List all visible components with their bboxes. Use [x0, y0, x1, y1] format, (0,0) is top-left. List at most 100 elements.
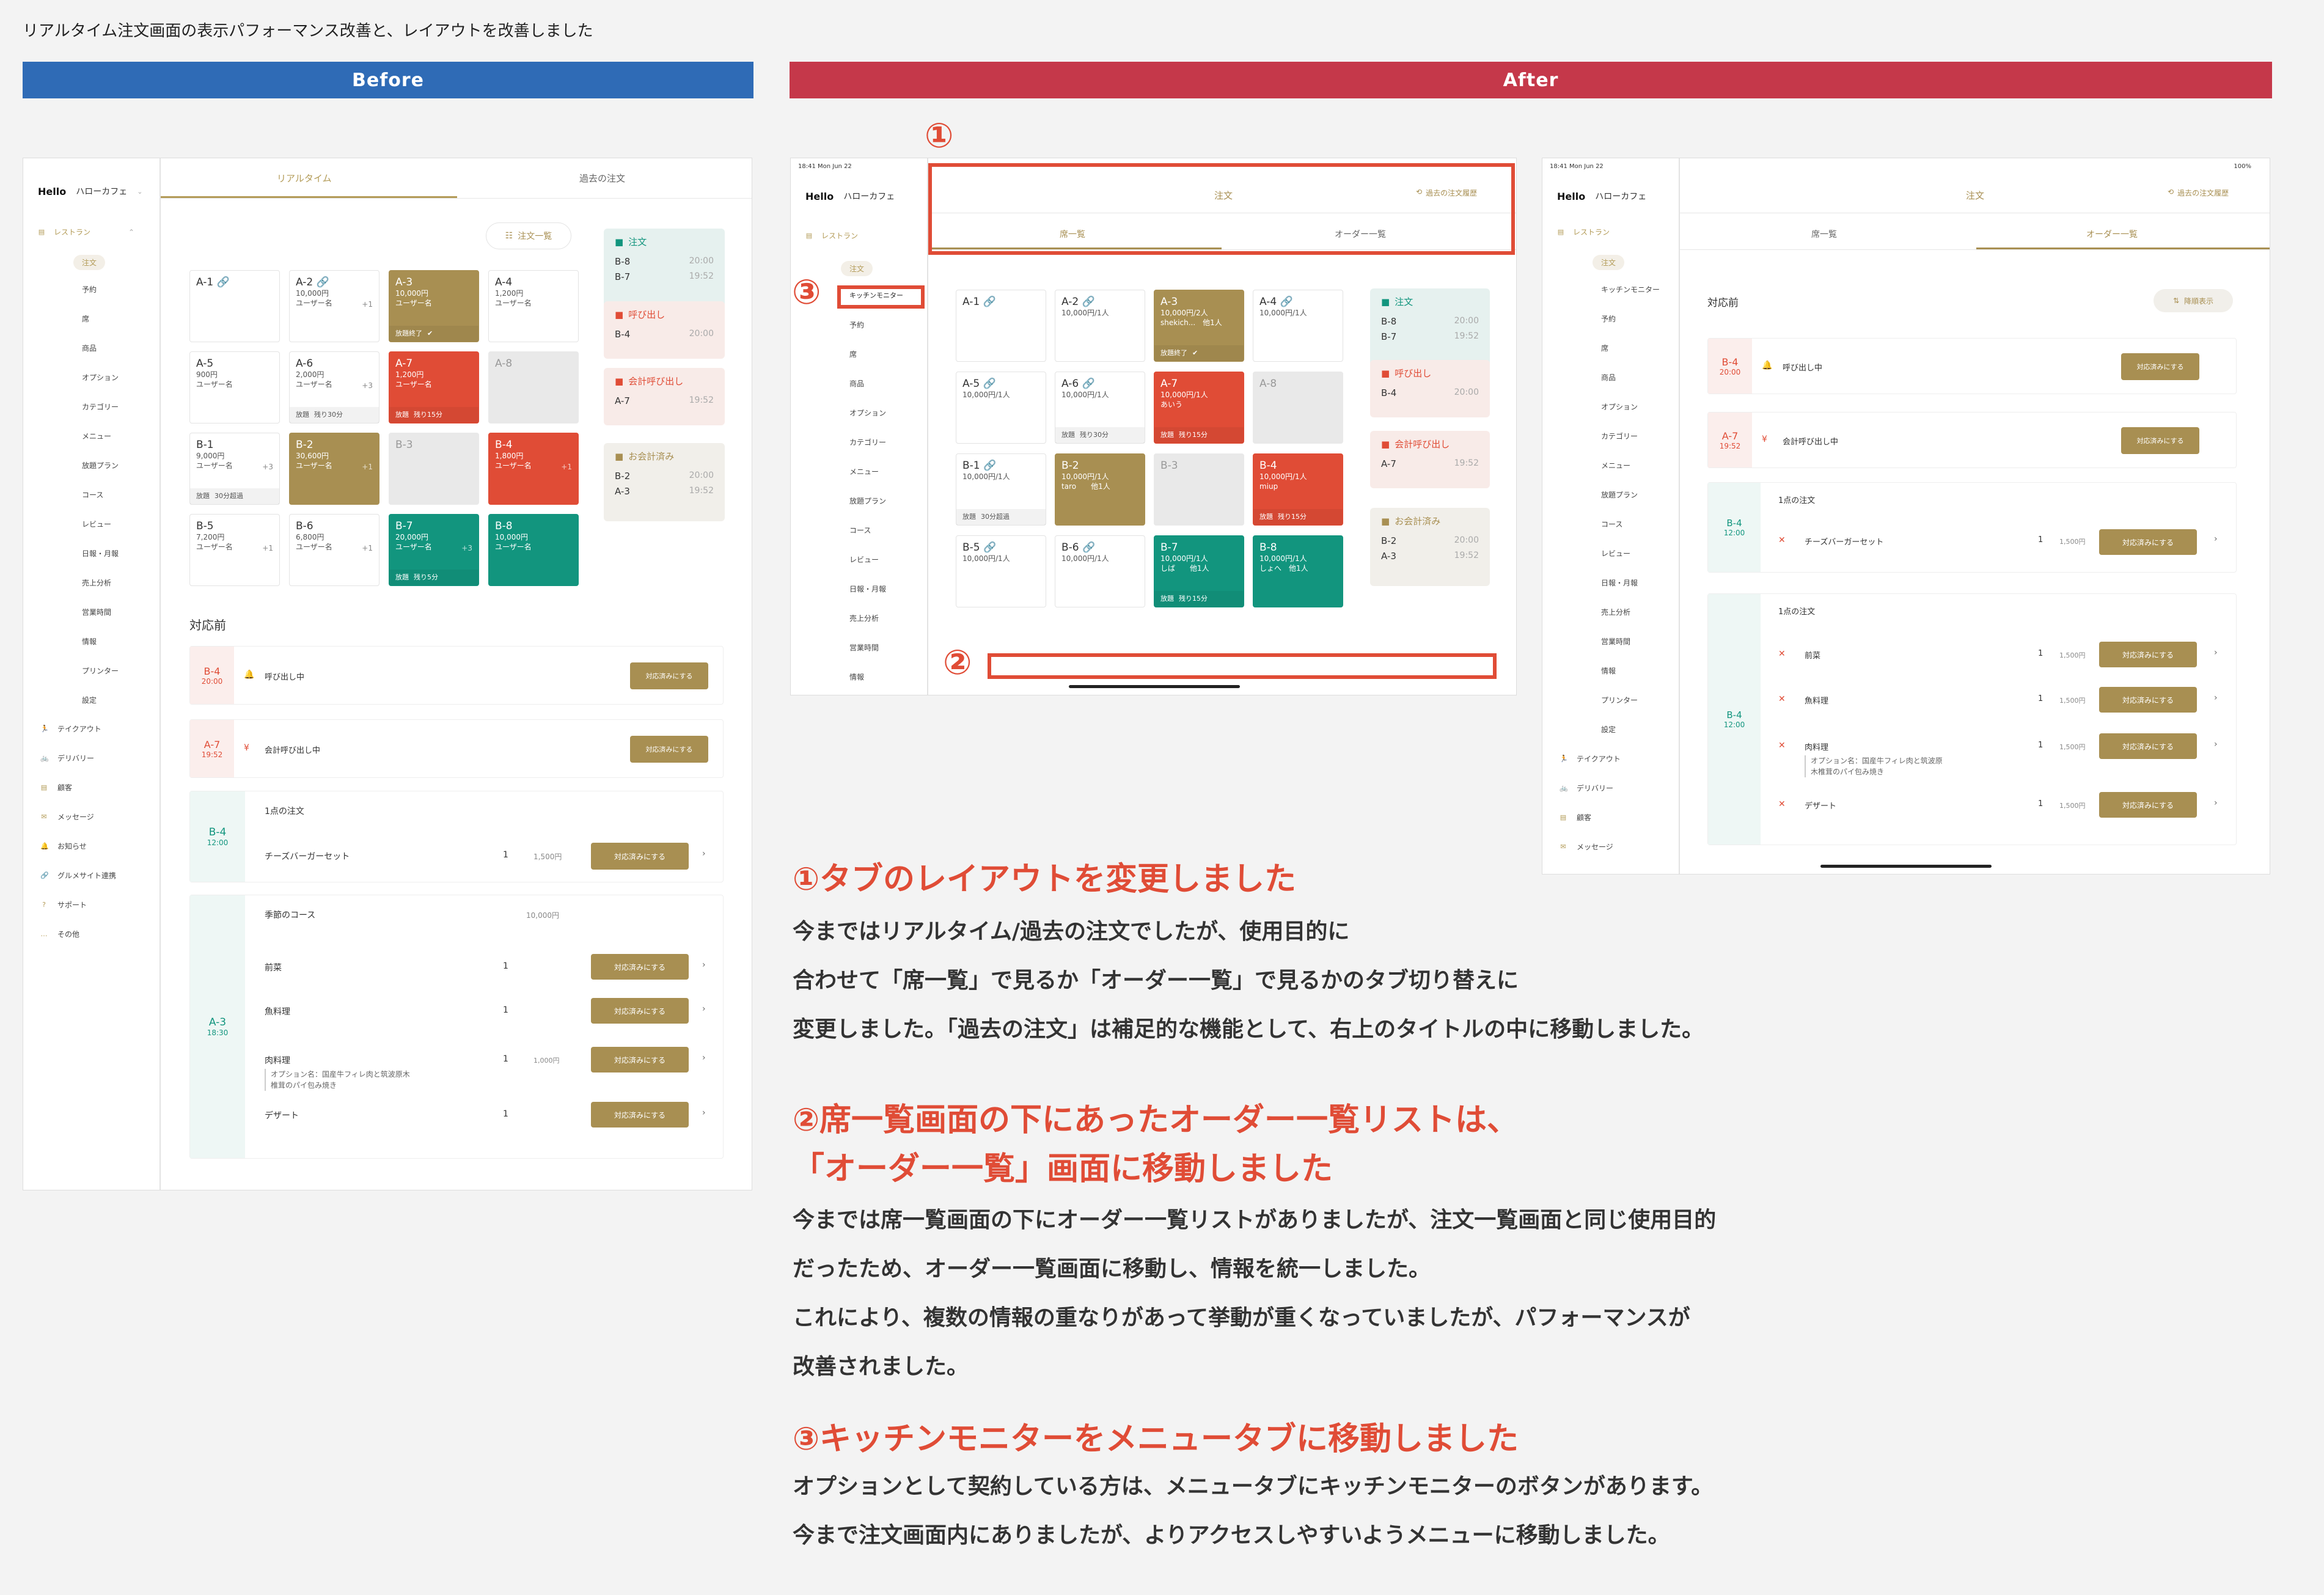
seat-card[interactable]: A-7 10,000円/1人 あいう 放題 残り15分	[1154, 372, 1244, 444]
sidebar-item[interactable]: 席	[849, 349, 857, 359]
sidebar-item[interactable]: カテゴリー	[1601, 431, 1638, 441]
chevron-down-icon[interactable]: ⌄	[137, 188, 142, 196]
seat-card[interactable]: A-8	[1253, 372, 1343, 444]
sidebar-item[interactable]: 設定	[82, 695, 97, 705]
sidebar-item[interactable]: 放題プラン	[82, 460, 119, 471]
tab-past[interactable]: 過去の注文	[579, 172, 625, 185]
chevron-right-icon[interactable]: ›	[2214, 798, 2218, 808]
sidebar-item[interactable]: メニュー	[82, 431, 111, 441]
mark-done-button[interactable]: 対応済みにする	[630, 662, 708, 689]
cancel-icon[interactable]: ✕	[1778, 649, 1786, 659]
sidebar-item[interactable]: コース	[1601, 519, 1622, 529]
seat-card[interactable]: A-8	[488, 351, 579, 424]
seat-card[interactable]: A-2 🔗 10,000円 ユーザー名 +1	[289, 270, 379, 342]
sidebar-item[interactable]: 予約	[82, 284, 97, 295]
sidebar-item[interactable]: 商品	[1601, 372, 1616, 383]
seat-card[interactable]: B-3	[389, 433, 479, 505]
sidebar-item[interactable]: メニュー	[1601, 460, 1630, 471]
sidebar-item[interactable]: 注文	[841, 261, 873, 276]
tab-orders[interactable]: オーダー一覧	[2086, 228, 2138, 240]
seat-card[interactable]: A-5 🔗 10,000円/1人	[956, 372, 1046, 444]
sidebar-item[interactable]: 売上分析	[82, 578, 111, 588]
sidebar-item[interactable]: ? サポート	[40, 900, 87, 910]
seat-card[interactable]: B-2 10,000円/1人 taro 他1人	[1055, 453, 1145, 526]
shop-name[interactable]: ハローカフェ	[76, 185, 127, 197]
status-box[interactable]: ■ 会計呼び出し A-7 19:52	[1370, 431, 1490, 488]
seat-card[interactable]: B-7 10,000円/1人 しば 他1人 放題 残り15分	[1154, 535, 1244, 607]
sidebar-item[interactable]: メニュー	[849, 466, 879, 477]
sort-button[interactable]: ⇅ 降順表示	[2154, 289, 2233, 312]
mark-done-button[interactable]: 対応済みにする	[591, 998, 689, 1024]
sidebar-item[interactable]: コース	[849, 525, 871, 535]
sidebar-item[interactable]: オプション	[1601, 402, 1638, 412]
sidebar-item[interactable]: 🔔 お知らせ	[40, 841, 87, 851]
sidebar-item[interactable]: 営業時間	[849, 642, 879, 653]
sidebar-group-restaurant[interactable]: ▤ レストラン ⌃	[38, 227, 134, 237]
status-box[interactable]: ■ 注文 B-8 20:00 B-7 19:52	[1370, 288, 1490, 367]
sidebar-item[interactable]: レビュー	[1601, 548, 1630, 559]
sidebar-item[interactable]: レビュー	[849, 554, 879, 565]
status-box[interactable]: ■ 呼び出し B-4 20:00	[604, 301, 725, 359]
sidebar-group-restaurant[interactable]: ▤ レストラン	[1557, 227, 1610, 237]
sidebar-item[interactable]: 席	[1601, 343, 1608, 353]
seat-card[interactable]: B-5 7,200円 ユーザー名 +1	[189, 514, 280, 586]
cancel-icon[interactable]: ✕	[1778, 535, 1786, 545]
sidebar-item[interactable]: 日報・月報	[1601, 578, 1638, 588]
seat-card[interactable]: A-4 🔗 10,000円/1人	[1253, 290, 1343, 362]
sidebar-group-restaurant[interactable]: ▤ レストラン	[805, 230, 858, 241]
tab-realtime[interactable]: リアルタイム	[277, 172, 332, 185]
chevron-right-icon[interactable]: ›	[702, 1053, 706, 1063]
sidebar-item[interactable]: 設定	[1601, 724, 1616, 735]
sidebar-item[interactable]: ✉ メッセージ	[1560, 842, 1613, 852]
mark-done-button[interactable]: 対応済みにする	[2099, 642, 2197, 667]
order-list-button[interactable]: ☷ 注文一覧	[486, 222, 571, 249]
status-box[interactable]: ■ 会計呼び出し A-7 19:52	[604, 368, 725, 425]
sidebar-item[interactable]: 🚲 デリバリー	[40, 753, 94, 763]
status-box[interactable]: ■ お会計済み B-2 20:00 A-3 19:52	[604, 443, 725, 521]
sidebar-item[interactable]: キッチンモニター	[1601, 284, 1660, 295]
shop-name[interactable]: ハローカフェ	[843, 190, 895, 202]
sidebar-item[interactable]: 売上分析	[1601, 607, 1630, 617]
seat-card[interactable]: B-6 🔗 10,000円/1人	[1055, 535, 1145, 607]
sidebar-item[interactable]: 🚲 デリバリー	[1560, 783, 1613, 793]
sidebar-item[interactable]: ▤ 顧客	[1560, 812, 1591, 823]
seat-card[interactable]: B-2 30,600円 ユーザー名 +1	[289, 433, 379, 505]
sidebar-item[interactable]: ▤ 顧客	[40, 782, 72, 793]
mark-done-button[interactable]: 対応済みにする	[591, 1047, 689, 1072]
seat-card[interactable]: B-7 20,000円 ユーザー名 +3 放題 残り5分	[389, 514, 479, 586]
sidebar-item[interactable]: オプション	[82, 372, 119, 383]
chevron-right-icon[interactable]: ›	[702, 1004, 706, 1014]
sidebar-item[interactable]: 日報・月報	[82, 548, 119, 559]
seat-card[interactable]: A-3 10,000円/2人 shekich... 他1人 放題終了 ✔	[1154, 290, 1244, 362]
sidebar-item[interactable]: 🏃 テイクアウト	[40, 724, 101, 734]
status-box[interactable]: ■ お会計済み B-2 20:00 A-3 19:52	[1370, 508, 1490, 586]
sidebar-item[interactable]: 商品	[849, 378, 864, 389]
mark-done-button[interactable]: 対応済みにする	[591, 954, 689, 980]
status-box[interactable]: ■ 呼び出し B-4 20:00	[1370, 360, 1490, 417]
sidebar-item[interactable]: 情報	[1601, 666, 1616, 676]
seat-card[interactable]: B-5 🔗 10,000円/1人	[956, 535, 1046, 607]
mark-done-button[interactable]: 対応済みにする	[2099, 792, 2197, 818]
chevron-right-icon[interactable]: ›	[702, 849, 706, 859]
chevron-right-icon[interactable]: ›	[702, 960, 706, 970]
sidebar-item[interactable]: 情報	[849, 672, 864, 682]
status-box[interactable]: ■ 注文 B-8 20:00 B-7 19:52	[604, 229, 725, 307]
seat-card[interactable]: A-1 🔗	[956, 290, 1046, 362]
cancel-icon[interactable]: ✕	[1778, 799, 1786, 809]
seat-card[interactable]: A-3 10,000円 ユーザー名 放題終了 ✔	[389, 270, 479, 342]
seat-card[interactable]: B-8 10,000円/1人 しょへ 他1人	[1253, 535, 1343, 607]
cancel-icon[interactable]: ✕	[1778, 694, 1786, 704]
seat-card[interactable]: B-4 1,800円 ユーザー名 +1	[488, 433, 579, 505]
sidebar-item[interactable]: ✉ メッセージ	[40, 812, 93, 822]
sidebar-item[interactable]: カテゴリー	[82, 402, 119, 412]
sidebar-item[interactable]: プリンター	[1601, 695, 1638, 705]
mark-done-button[interactable]: 対応済みにする	[2121, 353, 2199, 380]
sidebar-item[interactable]: 🔗 グルメサイト連携	[40, 870, 116, 881]
sidebar-item[interactable]: 予約	[849, 320, 864, 330]
seat-card[interactable]: B-8 10,000円 ユーザー名	[488, 514, 579, 586]
sidebar-item[interactable]: … その他	[40, 929, 80, 939]
chevron-right-icon[interactable]: ›	[2214, 648, 2218, 658]
seat-card[interactable]: A-1 🔗	[189, 270, 280, 342]
mark-done-button[interactable]: 対応済みにする	[2099, 529, 2197, 555]
sidebar-item[interactable]: プリンター	[82, 666, 119, 676]
